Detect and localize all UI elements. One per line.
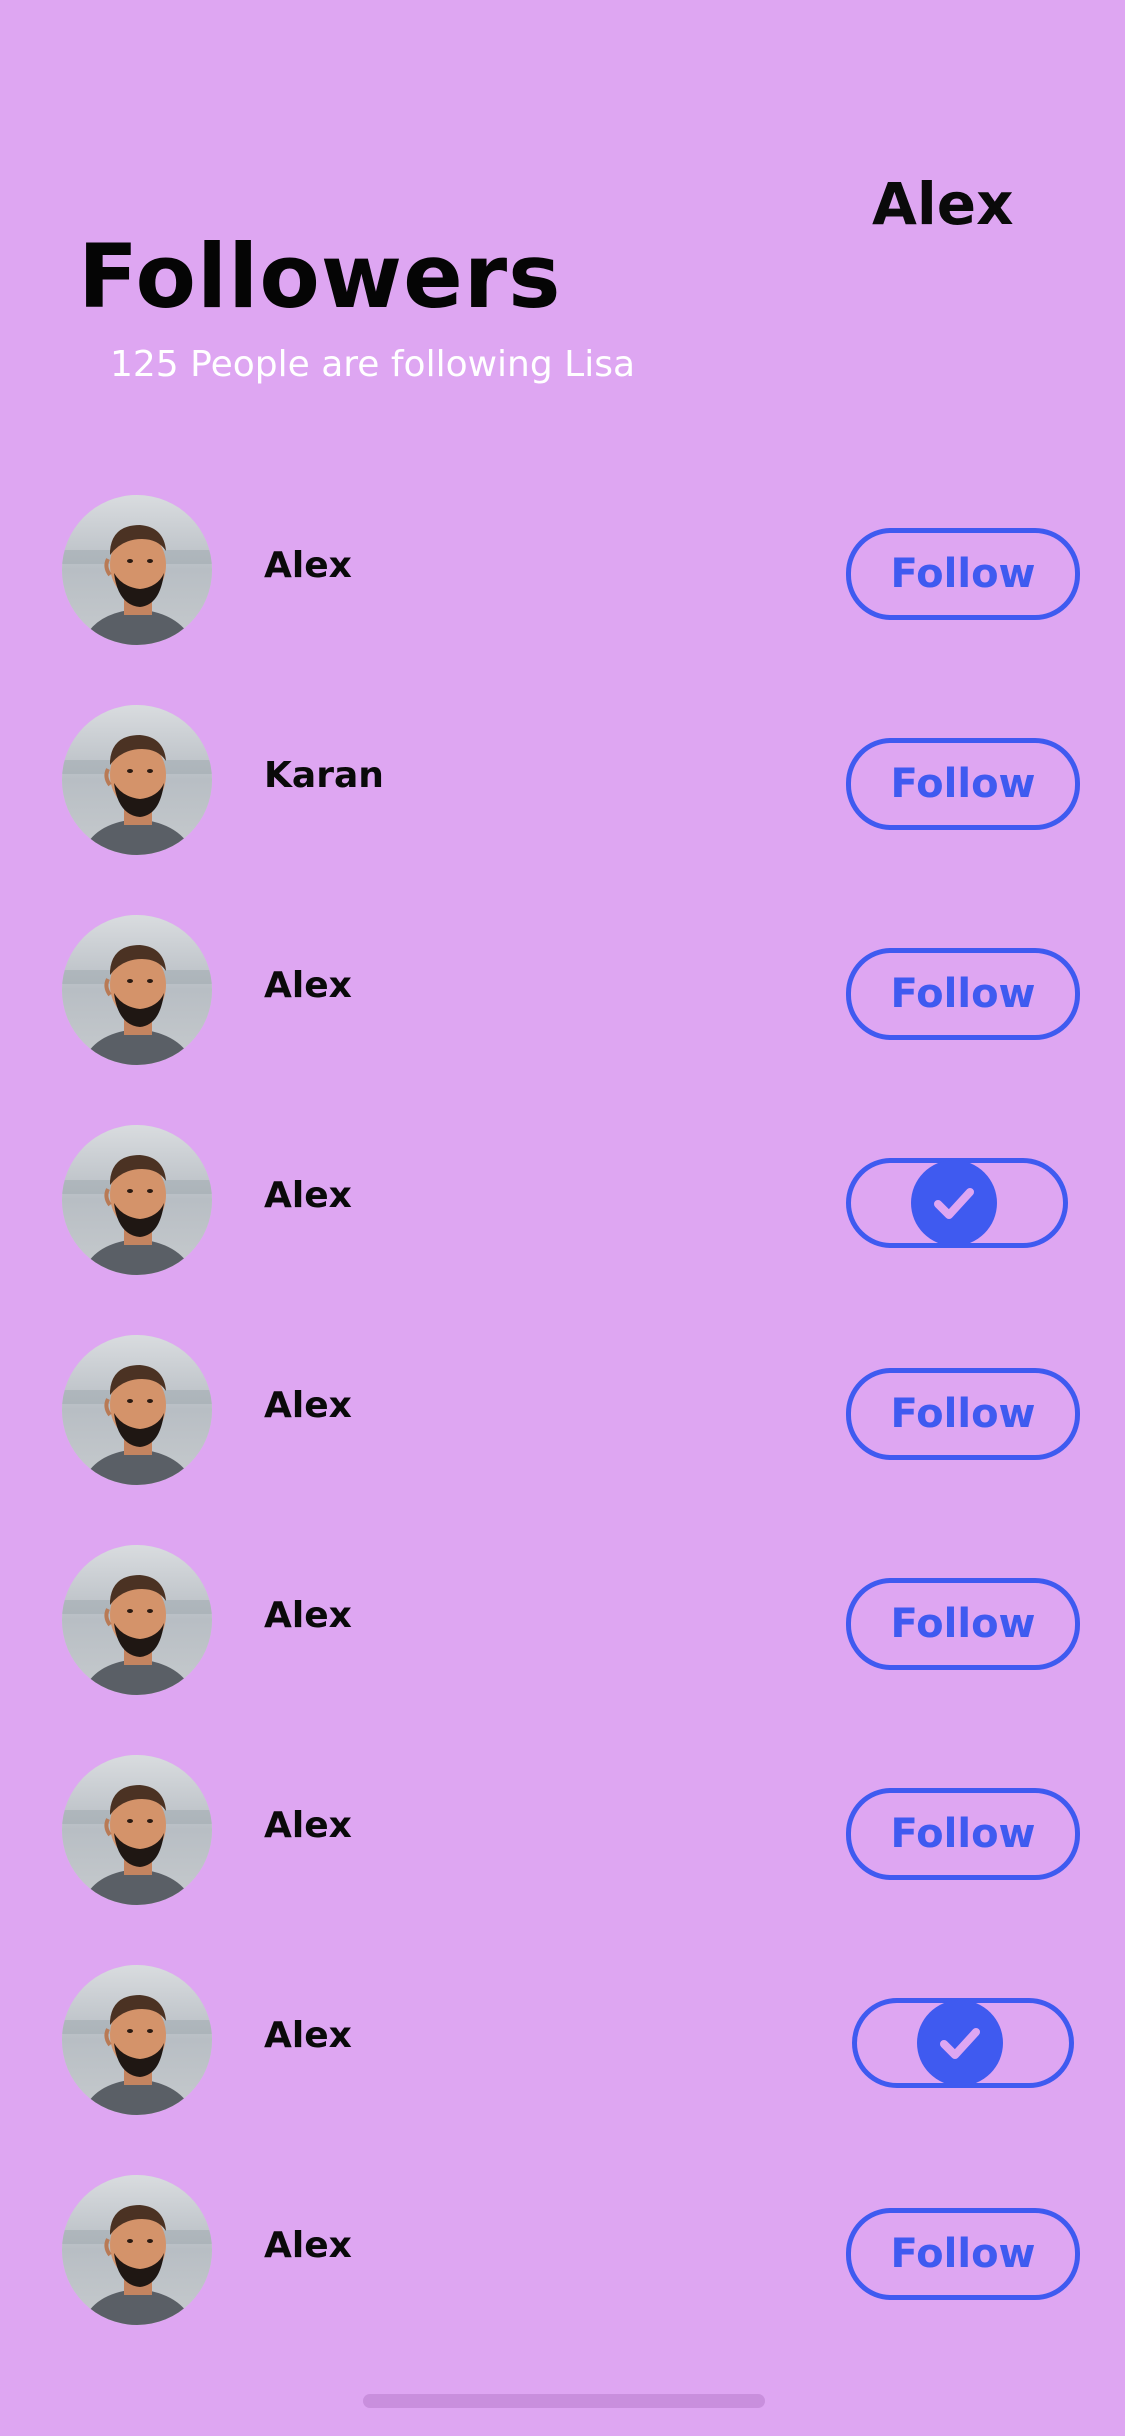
follow-button[interactable]: Follow bbox=[846, 2208, 1080, 2300]
avatar[interactable] bbox=[62, 705, 212, 855]
following-toggle[interactable] bbox=[852, 1998, 1074, 2088]
follow-button[interactable]: Follow bbox=[846, 948, 1080, 1040]
follower-name[interactable]: Karan bbox=[264, 755, 384, 796]
follow-button[interactable]: Follow bbox=[846, 1368, 1080, 1460]
follower-row: Karan Follow bbox=[0, 705, 1125, 855]
follower-row: Alex Follow bbox=[0, 1755, 1125, 1905]
following-toggle[interactable] bbox=[846, 1158, 1068, 1248]
follower-row: Alex Follow bbox=[0, 1335, 1125, 1485]
current-user-name: Alex bbox=[872, 170, 1014, 238]
follower-name[interactable]: Alex bbox=[264, 1805, 352, 1846]
follow-button[interactable]: Follow bbox=[846, 1788, 1080, 1880]
follower-row: Alex Follow bbox=[0, 915, 1125, 1065]
avatar[interactable] bbox=[62, 1755, 212, 1905]
avatar[interactable] bbox=[62, 1545, 212, 1695]
follower-name[interactable]: Alex bbox=[264, 545, 352, 586]
follow-button[interactable]: Follow bbox=[846, 528, 1080, 620]
avatar[interactable] bbox=[62, 1335, 212, 1485]
follower-name[interactable]: Alex bbox=[264, 965, 352, 1006]
follower-name[interactable]: Alex bbox=[264, 1175, 352, 1216]
follower-name[interactable]: Alex bbox=[264, 1385, 352, 1426]
check-icon bbox=[917, 2000, 1003, 2086]
follower-name[interactable]: Alex bbox=[264, 2015, 352, 2056]
follower-row: Alex bbox=[0, 1125, 1125, 1275]
follower-row: Alex Follow bbox=[0, 1545, 1125, 1695]
avatar[interactable] bbox=[62, 1125, 212, 1275]
home-indicator[interactable] bbox=[363, 2394, 765, 2408]
avatar[interactable] bbox=[62, 495, 212, 645]
follower-count-subtitle: 125 People are following Lisa bbox=[110, 344, 636, 385]
page-title: Followers bbox=[78, 225, 562, 328]
follow-button[interactable]: Follow bbox=[846, 1578, 1080, 1670]
avatar[interactable] bbox=[62, 915, 212, 1065]
follower-row: Alex Follow bbox=[0, 2175, 1125, 2325]
check-icon bbox=[911, 1160, 997, 1246]
avatar[interactable] bbox=[62, 1965, 212, 2115]
follower-row: Alex bbox=[0, 1965, 1125, 2115]
avatar[interactable] bbox=[62, 2175, 212, 2325]
follower-row: Alex Follow bbox=[0, 495, 1125, 645]
follow-button[interactable]: Follow bbox=[846, 738, 1080, 830]
follower-name[interactable]: Alex bbox=[264, 1595, 352, 1636]
follower-name[interactable]: Alex bbox=[264, 2225, 352, 2266]
